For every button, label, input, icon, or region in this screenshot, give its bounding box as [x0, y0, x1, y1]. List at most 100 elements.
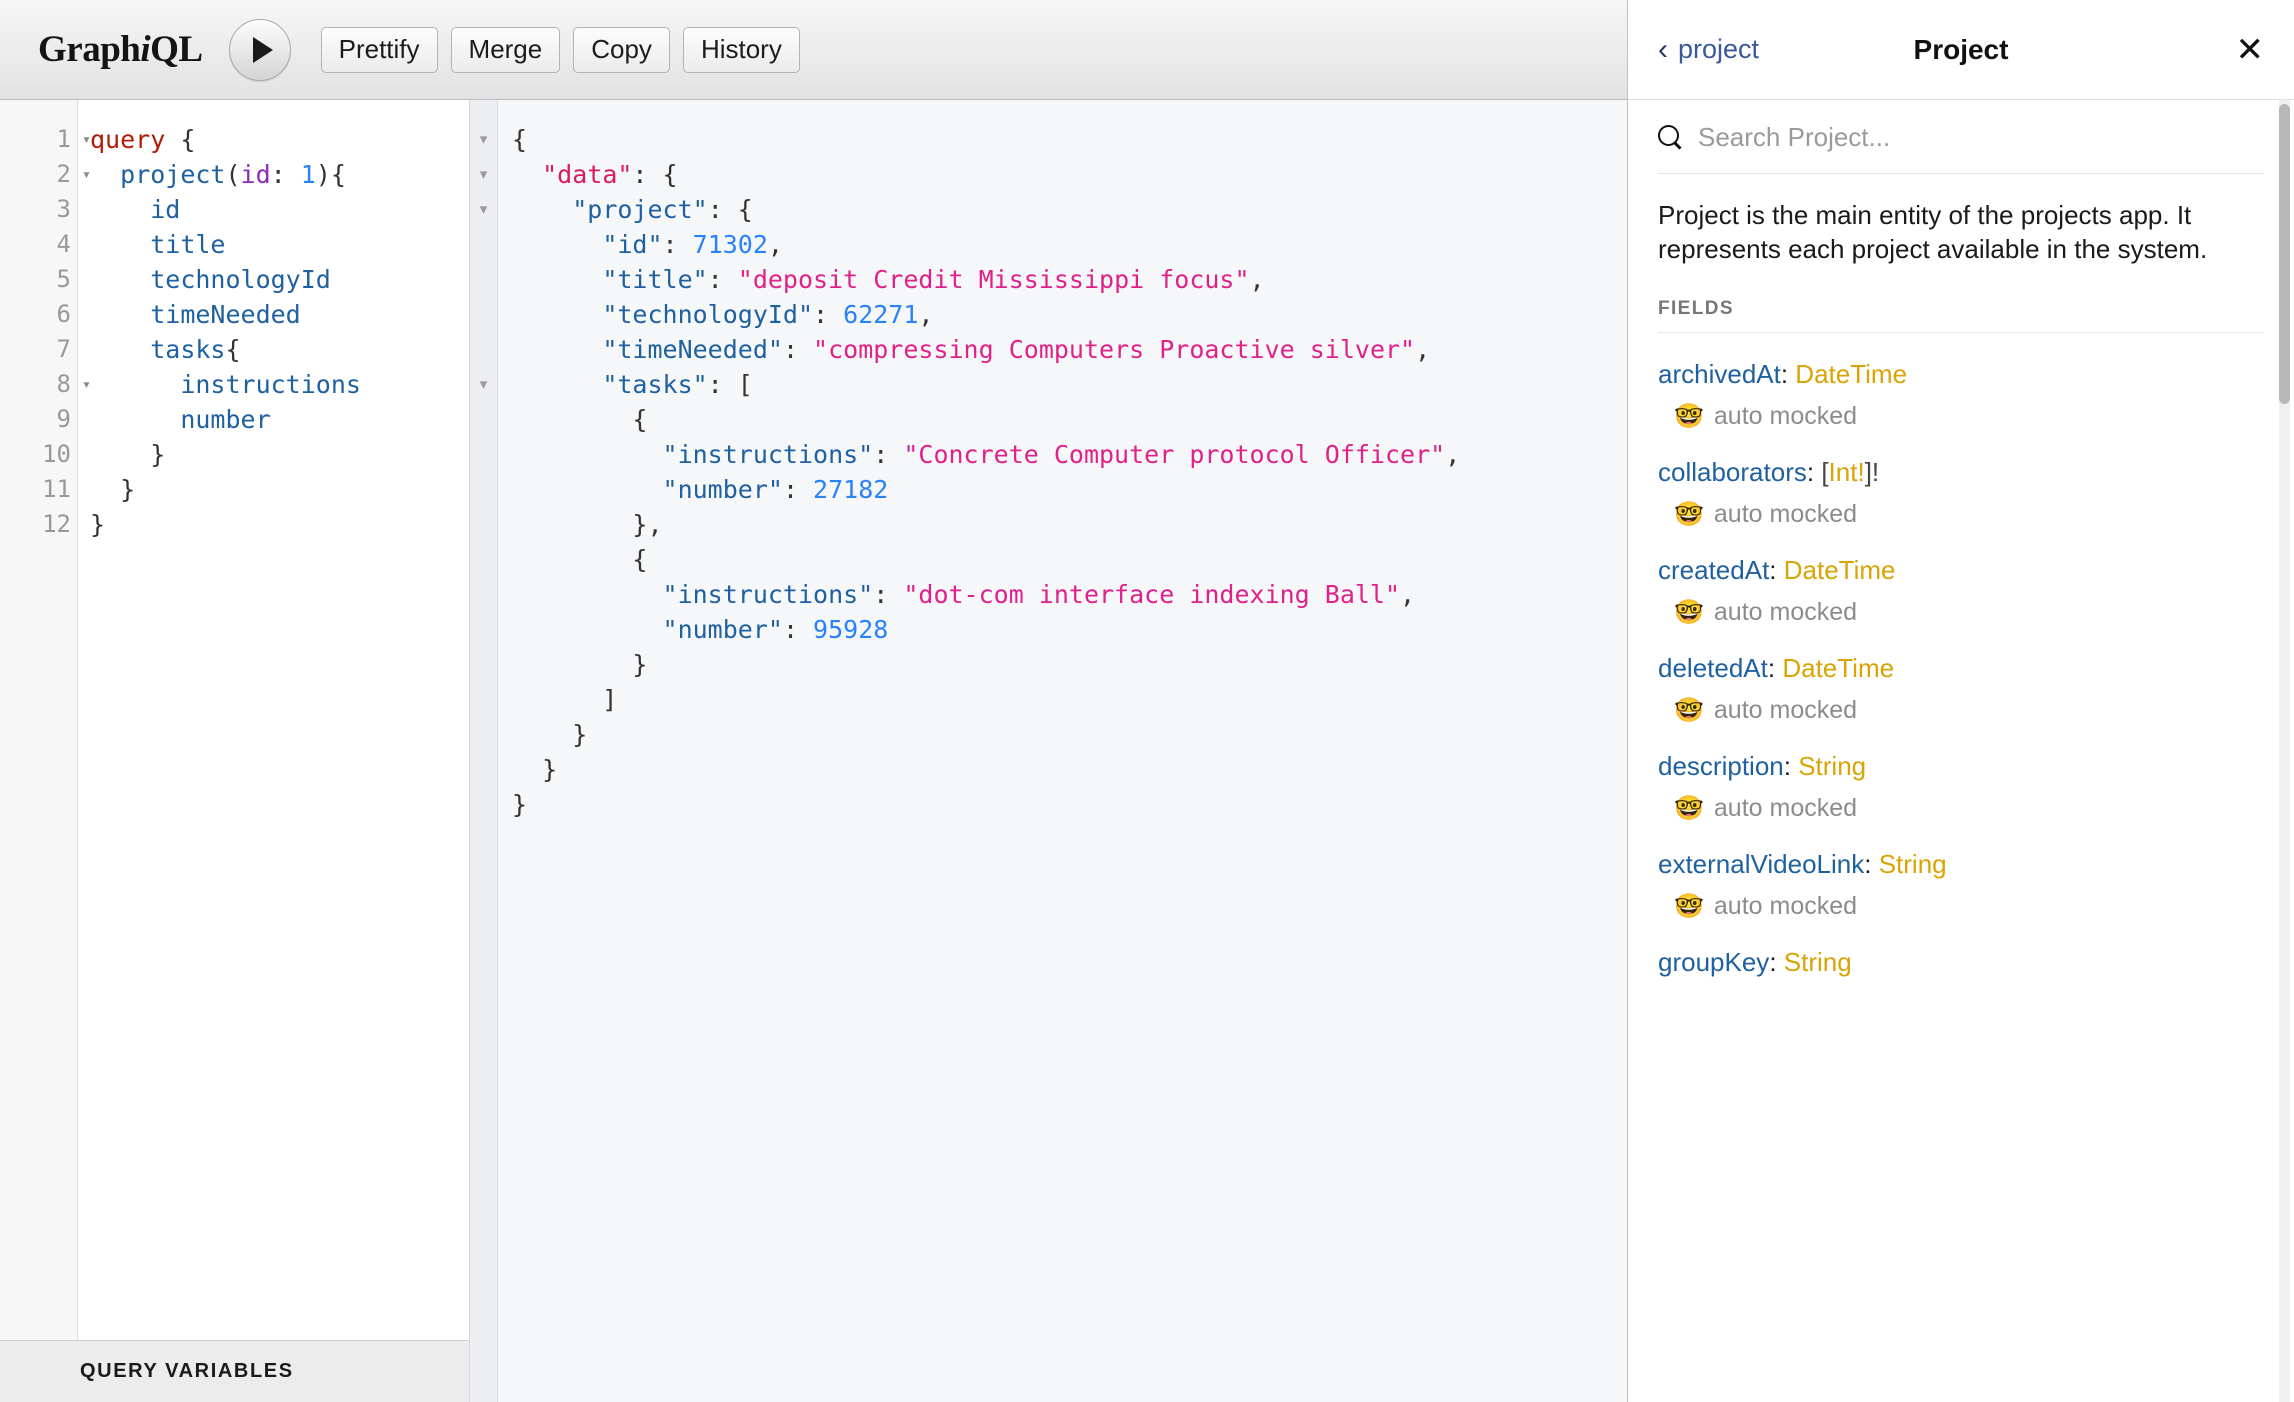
field-type[interactable]: String — [1798, 751, 1866, 781]
logo-text-i: i — [140, 29, 150, 70]
query-line-number: 6 — [0, 297, 77, 332]
json-token: : — [783, 475, 813, 504]
json-token — [512, 440, 663, 469]
docs-body: Project is the main entity of the projec… — [1628, 100, 2294, 1402]
copy-button[interactable]: Copy — [573, 27, 670, 73]
query-code-line: } — [90, 472, 469, 507]
query-code-line: } — [90, 507, 469, 542]
json-token — [512, 300, 602, 329]
docs-back-link[interactable]: ‹ project — [1658, 34, 1759, 65]
result-gutter-cell — [470, 612, 497, 647]
close-icon[interactable]: ✕ — [2236, 33, 2265, 67]
prettify-button[interactable]: Prettify — [321, 27, 438, 73]
json-token — [512, 265, 602, 294]
docs-search-row — [1658, 100, 2264, 174]
json-token: : — [813, 300, 843, 329]
field-name[interactable]: createdAt — [1658, 555, 1769, 585]
result-gutter-cell — [470, 717, 497, 752]
search-input[interactable] — [1698, 122, 2264, 153]
json-token: } — [512, 755, 557, 784]
search-icon — [1658, 125, 1684, 151]
toolbar: GraphiQL Prettify Merge Copy History — [0, 0, 1627, 100]
field-name[interactable]: externalVideoLink — [1658, 849, 1864, 879]
merge-button-label: Merge — [469, 34, 543, 65]
code-token: timeNeeded — [150, 300, 301, 329]
json-token — [512, 615, 663, 644]
play-icon — [253, 37, 273, 63]
field-colon: : — [1768, 653, 1782, 683]
fold-toggle-icon[interactable]: ▾ — [470, 367, 497, 402]
graphiql-app: GraphiQL Prettify Merge Copy History 1▾2… — [0, 0, 2294, 1402]
json-token: { — [512, 545, 647, 574]
query-code-line: query { — [90, 122, 469, 157]
result-gutter-cell — [470, 682, 497, 717]
field-name[interactable]: groupKey — [1658, 947, 1769, 977]
json-token: "title" — [602, 265, 707, 294]
query-code-line: id — [90, 192, 469, 227]
result-gutter-cell — [470, 297, 497, 332]
field-type-suffix: ]! — [1865, 457, 1879, 487]
field-name[interactable]: deletedAt — [1658, 653, 1768, 683]
result-json-line: "data": { — [512, 157, 1627, 192]
field-name[interactable]: description — [1658, 751, 1784, 781]
field-type[interactable]: String — [1879, 849, 1947, 879]
json-token: : — [783, 335, 813, 364]
docs-scrollbar-thumb[interactable] — [2279, 104, 2290, 404]
result-gutter-cell — [470, 647, 497, 682]
result-json-line: "id": 71302, — [512, 227, 1627, 262]
code-token: number — [180, 405, 270, 434]
result-gutter-cell — [470, 332, 497, 367]
code-token — [90, 370, 180, 399]
query-variables-bar[interactable]: QUERY VARIABLES — [0, 1340, 469, 1402]
result-json-line: "title": "deposit Credit Mississippi foc… — [512, 262, 1627, 297]
field-signature: groupKey: String — [1658, 947, 2264, 978]
field-name[interactable]: collaborators — [1658, 457, 1807, 487]
result-json-line: "tasks": [ — [512, 367, 1627, 402]
query-editor[interactable]: 1▾2▾345678▾9101112 query { project(id: 1… — [0, 100, 469, 1340]
code-token: { — [225, 335, 240, 364]
query-editor-pane: 1▾2▾345678▾9101112 query { project(id: 1… — [0, 100, 470, 1402]
field-note-label: auto mocked — [1714, 598, 1857, 627]
query-code-line: number — [90, 402, 469, 437]
result-gutter-cell — [470, 472, 497, 507]
json-token — [512, 475, 663, 504]
fold-toggle-icon[interactable]: ▾ — [82, 367, 91, 402]
field-note-label: auto mocked — [1714, 500, 1857, 529]
query-line-number: 7 — [0, 332, 77, 367]
code-token — [90, 265, 150, 294]
json-token: : { — [632, 160, 677, 189]
field-colon: : — [1769, 947, 1783, 977]
execute-query-button[interactable] — [229, 19, 291, 81]
field-type[interactable]: DateTime — [1782, 653, 1894, 683]
fold-toggle-icon[interactable]: ▾ — [470, 122, 497, 157]
field-type[interactable]: DateTime — [1795, 359, 1907, 389]
field-type[interactable]: String — [1784, 947, 1852, 977]
nerd-face-icon: 🤓 — [1674, 794, 1704, 823]
field-entry: groupKey: String — [1658, 921, 2264, 978]
result-fold-gutter[interactable]: ▾▾▾▾ — [470, 100, 498, 1402]
json-token: 95928 — [813, 615, 888, 644]
code-token: ){ — [316, 160, 346, 189]
query-variables-label: QUERY VARIABLES — [80, 1360, 294, 1383]
fold-toggle-icon[interactable]: ▾ — [82, 157, 91, 192]
fold-toggle-icon[interactable]: ▾ — [82, 122, 91, 157]
result-json-line: } — [512, 787, 1627, 822]
code-token — [90, 160, 120, 189]
merge-button[interactable]: Merge — [451, 27, 561, 73]
field-type-prefix: [ — [1821, 457, 1828, 487]
fold-toggle-icon[interactable]: ▾ — [470, 157, 497, 192]
result-json-line: ] — [512, 682, 1627, 717]
field-name[interactable]: archivedAt — [1658, 359, 1781, 389]
field-type[interactable]: Int! — [1829, 457, 1865, 487]
json-token: : { — [708, 195, 753, 224]
result-gutter-cell — [470, 437, 497, 472]
history-button[interactable]: History — [683, 27, 800, 73]
field-type[interactable]: DateTime — [1784, 555, 1896, 585]
query-code[interactable]: query { project(id: 1){ id title technol… — [78, 100, 469, 1340]
fold-toggle-icon[interactable]: ▾ — [470, 192, 497, 227]
chevron-left-icon: ‹ — [1658, 35, 1668, 65]
field-note-label: auto mocked — [1714, 402, 1857, 431]
field-signature: externalVideoLink: String — [1658, 849, 2264, 880]
result-json-line: { — [512, 542, 1627, 577]
json-token: }, — [512, 510, 663, 539]
